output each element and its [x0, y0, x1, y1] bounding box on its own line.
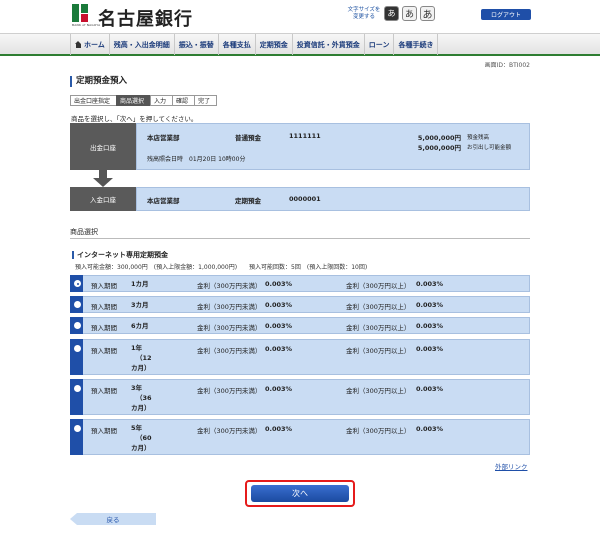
term-label: 預入期間: [91, 427, 117, 435]
withdrawal-account-label: 出金口座: [70, 123, 136, 170]
step-complete: 完了: [194, 95, 218, 106]
font-size-small-button[interactable]: あ: [384, 6, 399, 21]
nav-item-home[interactable]: ホーム: [70, 34, 110, 55]
term-option-3-years[interactable]: 預入期間 3年 （36 カ月） 金利（300万円未満） 0.003% 金利（300万…: [70, 379, 530, 415]
out-available: 5,000,000円: [417, 144, 461, 152]
term-value: 3カ月: [131, 301, 149, 309]
bank-name: 名古屋銀行: [98, 9, 193, 30]
rate-under-value: 0.003%: [265, 280, 293, 288]
rate-over-value: 0.003%: [416, 425, 444, 433]
step-input: 入力: [150, 95, 174, 106]
rate-under-label: 金利（300万円未満）: [197, 303, 262, 311]
nav-item-payments[interactable]: 各種支払: [219, 34, 256, 55]
out-account-type: 普通預金: [235, 134, 261, 142]
in-branch: 本店営業部: [147, 197, 180, 205]
rate-over-value: 0.003%: [416, 385, 444, 393]
logout-button[interactable]: ログアウト: [481, 9, 531, 20]
back-button[interactable]: 戻る: [70, 513, 156, 525]
step-indicator: 出金口座指定 商品選択 入力 確認 完了: [70, 95, 218, 106]
nav-item-transfer[interactable]: 振込・振替: [175, 34, 219, 55]
nav-item-time-deposit[interactable]: 定期預金: [256, 34, 293, 55]
rate-over-value: 0.003%: [416, 280, 444, 288]
term-option-1-year[interactable]: 預入期間 1年 （12 カ月） 金利（300万円未満） 0.003% 金利（300万…: [70, 339, 530, 375]
rate-under-value: 0.003%: [265, 301, 293, 309]
out-available-label: お引出し可能金額: [467, 145, 512, 151]
in-account-number: 0000001: [289, 195, 321, 203]
in-account-type: 定期預金: [235, 197, 261, 205]
nav-item-procedures[interactable]: 各種手続き: [394, 34, 439, 55]
rate-under-label: 金利（300万円未満）: [197, 324, 262, 332]
term-value: 3年 （36 カ月）: [131, 384, 152, 412]
term-radio[interactable]: [74, 322, 81, 329]
logo-text: BANK of NAGOYA: [72, 23, 101, 27]
rate-under-value: 0.003%: [265, 425, 293, 433]
external-link[interactable]: 外部リンク: [495, 461, 528, 471]
term-option-6-months[interactable]: 預入期間 6カ月 金利（300万円未満） 0.003% 金利（300万円以上） …: [70, 317, 530, 334]
out-balance-label: 預金残高: [467, 135, 490, 141]
term-value: 5年 （60 カ月）: [131, 424, 152, 452]
out-account-number: 1111111: [289, 132, 321, 140]
rate-over-label: 金利（300万円以上）: [346, 282, 411, 290]
withdrawal-account: 出金口座 本店営業部 普通預金 1111111 5,000,000円 預金残高 …: [70, 123, 530, 170]
next-button[interactable]: 次へ: [251, 485, 349, 502]
term-label: 預入期間: [91, 347, 117, 355]
home-icon: [75, 41, 82, 48]
bank-logo[interactable]: BANK of NAGOYA: [72, 4, 100, 27]
deposit-account: 入金口座 本店営業部 定期預金 0000001: [70, 187, 530, 211]
rate-over-label: 金利（300万円以上）: [346, 387, 411, 395]
rate-under-label: 金利（300万円未満）: [197, 347, 262, 355]
nav-item-loan[interactable]: ローン: [365, 34, 395, 55]
term-option-1-month[interactable]: 預入期間 1カ月 金利（300万円未満） 0.003% 金利（300万円以上） …: [70, 275, 530, 292]
term-radio[interactable]: [74, 425, 81, 432]
rate-under-value: 0.003%: [265, 322, 293, 330]
screen-id: 画面ID：BTI002: [484, 62, 530, 69]
term-label: 預入期間: [91, 303, 117, 311]
term-radio[interactable]: [74, 345, 81, 352]
nav-item-balance[interactable]: 残高・入出金明細: [110, 34, 175, 55]
step-confirm: 確認: [172, 95, 196, 106]
term-radio[interactable]: [74, 301, 81, 308]
section-title: 商品選択: [70, 228, 98, 236]
rate-over-value: 0.003%: [416, 345, 444, 353]
product-info: 預入可能金額：300,000円 (預入上限金額：1,000,000円) 預入可能…: [75, 264, 368, 271]
rate-under-label: 金利（300万円未満）: [197, 282, 262, 290]
font-size-label: 文字サイズを変更する: [347, 7, 381, 20]
rate-over-label: 金利（300万円以上）: [346, 303, 411, 311]
rate-under-value: 0.003%: [265, 345, 293, 353]
rate-under-label: 金利（300万円未満）: [197, 427, 262, 435]
instruction-text: 商品を選択し、「次へ」を押してください。: [71, 115, 198, 123]
rate-over-label: 金利（300万円以上）: [346, 347, 411, 355]
out-balance: 5,000,000円: [417, 134, 461, 142]
rate-under-label: 金利（300万円未満）: [197, 387, 262, 395]
rate-over-label: 金利（300万円以上）: [346, 427, 411, 435]
rate-over-value: 0.003%: [416, 322, 444, 330]
step-select-account: 出金口座指定: [70, 95, 118, 106]
term-value: 1カ月: [131, 280, 149, 288]
font-size-medium-button[interactable]: あ: [402, 6, 417, 21]
header: BANK of NAGOYA 名古屋銀行 文字サイズを変更する あ あ あ ログ…: [0, 0, 600, 33]
term-option-5-years[interactable]: 預入期間 5年 （60 カ月） 金利（300万円未満） 0.003% 金利（300万…: [70, 419, 530, 455]
term-radio[interactable]: [74, 385, 81, 392]
rate-over-label: 金利（300万円以上）: [346, 324, 411, 332]
out-balance-datetime: 残高照会日時 01月20日 10時00分: [147, 156, 246, 163]
out-branch: 本店営業部: [147, 134, 180, 142]
deposit-account-label: 入金口座: [70, 187, 136, 211]
term-label: 預入期間: [91, 324, 117, 332]
term-radio[interactable]: [74, 280, 81, 287]
product-name: インターネット専用定期預金: [72, 251, 168, 259]
rate-under-value: 0.003%: [265, 385, 293, 393]
term-value: 6カ月: [131, 322, 149, 330]
term-option-3-months[interactable]: 預入期間 3カ月 金利（300万円未満） 0.003% 金利（300万円以上） …: [70, 296, 530, 313]
font-size-large-button[interactable]: あ: [420, 6, 435, 21]
arrow-down-icon: [93, 170, 113, 187]
term-label: 預入期間: [91, 387, 117, 395]
term-label: 預入期間: [91, 282, 117, 290]
global-nav: ホーム 残高・入出金明細 振込・振替 各種支払 定期預金 投資信託・外貨預金 ロ…: [0, 33, 600, 56]
rate-over-value: 0.003%: [416, 301, 444, 309]
step-select-product: 商品選択: [116, 95, 152, 106]
page-title: 定期預金預入: [70, 76, 127, 87]
section-divider: [70, 238, 530, 239]
nav-item-investment[interactable]: 投資信託・外貨預金: [293, 34, 365, 55]
term-value: 1年 （12 カ月）: [131, 344, 152, 372]
